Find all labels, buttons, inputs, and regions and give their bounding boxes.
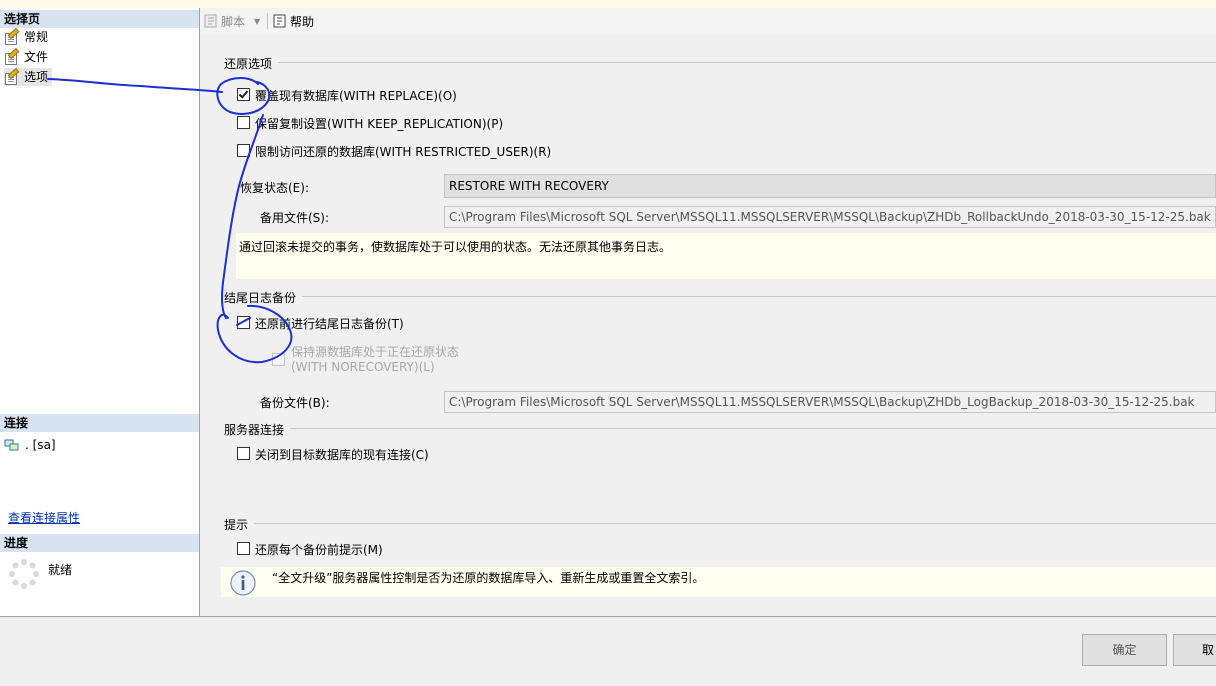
- hand-drawn-annotation: [47, 77, 293, 364]
